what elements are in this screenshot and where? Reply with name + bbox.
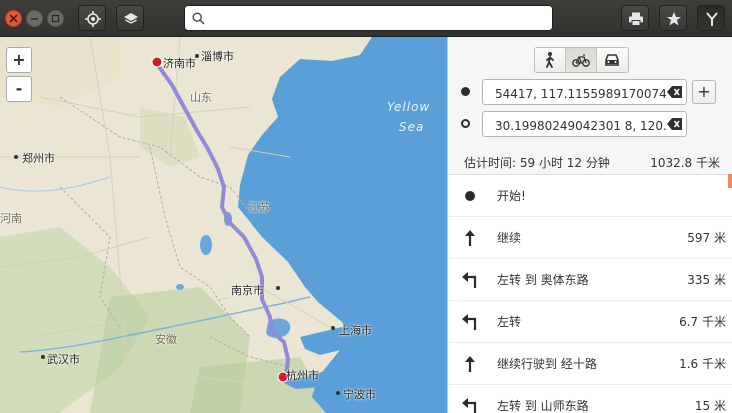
- map-label-anhui: 安徽: [155, 333, 177, 346]
- start-marker[interactable]: [151, 56, 163, 68]
- add-waypoint-button[interactable]: +: [692, 80, 716, 104]
- map-label-zibo[interactable]: 淄博市: [201, 48, 234, 64]
- map-label-hangzhou[interactable]: 杭州市: [286, 367, 319, 383]
- destination-input[interactable]: [493, 116, 669, 135]
- locate-button[interactable]: [78, 5, 106, 31]
- instruction-row[interactable]: 左转 到 奥体东路 335 米: [448, 259, 732, 301]
- map-label-yellow-sea-line2: Sea: [399, 120, 425, 134]
- search-icon: [192, 12, 205, 25]
- instruction-distance: 335 米: [687, 273, 726, 287]
- instruction-row[interactable]: 左转 6.7 千米: [448, 301, 732, 343]
- header-bar: [0, 0, 732, 37]
- scrollbar-indicator[interactable]: [728, 174, 732, 188]
- map-label-zhengzhou[interactable]: 郑州市: [22, 150, 55, 166]
- instruction-text: 左转 到 奥体东路: [497, 273, 589, 287]
- instruction-distance: 597 米: [687, 231, 726, 245]
- estimated-time: 估计时间: 59 小时 12 分钟: [464, 156, 610, 170]
- origin-input[interactable]: [493, 84, 669, 103]
- map-label-ningbo[interactable]: 宁波市: [343, 386, 376, 402]
- pedestrian-icon: [546, 52, 554, 68]
- map-label-jinan[interactable]: 济南市: [163, 55, 196, 71]
- layers-button[interactable]: [116, 5, 144, 31]
- straight-icon: [465, 230, 475, 246]
- zoom-in-button[interactable]: +: [6, 47, 32, 73]
- start-icon: [465, 191, 475, 201]
- map-label-yellow-sea-line1: Yellow: [387, 100, 431, 114]
- instruction-distance: 1.6 千米: [679, 357, 726, 371]
- mode-pedestrian-button[interactable]: [535, 48, 566, 72]
- turn-left-icon: [462, 398, 477, 413]
- total-distance: 1032.8 千米: [650, 156, 720, 170]
- minimize-icon: [31, 18, 38, 20]
- instruction-text: 开始!: [497, 189, 526, 203]
- locate-icon: [85, 11, 101, 27]
- window-minimize-button[interactable]: [26, 10, 43, 27]
- instruction-row[interactable]: 继续 597 米: [448, 217, 732, 259]
- turn-left-icon: [462, 272, 477, 288]
- map-label-henan: 河南: [0, 212, 22, 225]
- instruction-distance: 15 米: [694, 399, 726, 413]
- route-button[interactable]: [697, 5, 725, 31]
- map-label-nanjing[interactable]: 南京市: [231, 282, 264, 298]
- origin-field[interactable]: [482, 79, 687, 105]
- straight-icon: [465, 356, 475, 372]
- instruction-distance: 6.7 千米: [679, 315, 726, 329]
- zoom-out-button[interactable]: -: [6, 76, 32, 102]
- route-sidebar: + 估计时间: 59 小时 12 分钟 1032.8 千米 开始! 继续 597…: [447, 37, 732, 413]
- transport-mode-switcher: [534, 47, 629, 73]
- map-label-wuhan[interactable]: 武汉市: [47, 351, 80, 367]
- instruction-row[interactable]: 开始!: [448, 175, 732, 217]
- instruction-text: 继续: [497, 231, 522, 245]
- instruction-text: 左转 到 山师东路: [497, 399, 589, 413]
- search-input[interactable]: [211, 9, 545, 29]
- instruction-list[interactable]: 开始! 继续 597 米 左转 到 奥体东路 335 米 左转 6.7 千米 继…: [448, 174, 732, 413]
- favorite-button[interactable]: [659, 5, 687, 31]
- mode-bicycle-button[interactable]: [566, 48, 597, 72]
- window-close-button[interactable]: [5, 10, 22, 27]
- turn-left-icon: [462, 314, 477, 330]
- instruction-text: 左转: [497, 315, 522, 329]
- map-view[interactable]: + - 济南市 淄博市 山东 郑州市 河南 江苏 南京市 上海市 安徽 武汉市 …: [0, 37, 447, 413]
- print-icon: [629, 12, 643, 26]
- maximize-icon: [51, 14, 60, 23]
- star-icon: [667, 12, 681, 26]
- map-label-shanghai[interactable]: 上海市: [339, 322, 372, 338]
- map-label-jiangsu: 江苏: [248, 201, 270, 214]
- origin-dot-icon: [461, 87, 470, 96]
- car-icon: [605, 54, 619, 66]
- search-box[interactable]: [184, 5, 553, 31]
- clear-destination-icon[interactable]: [667, 117, 683, 131]
- instruction-text: 继续行驶到 经十路: [497, 357, 597, 371]
- map-label-shandong: 山东: [190, 91, 212, 104]
- destination-field[interactable]: [482, 111, 687, 137]
- layers-icon: [124, 13, 138, 24]
- route-icon: [706, 12, 718, 26]
- close-icon: [9, 14, 18, 23]
- print-button[interactable]: [621, 5, 649, 31]
- instruction-row[interactable]: 继续行驶到 经十路 1.6 千米: [448, 343, 732, 385]
- clear-origin-icon[interactable]: [667, 85, 683, 99]
- mode-car-button[interactable]: [597, 48, 628, 72]
- bicycle-icon: [572, 54, 590, 67]
- instruction-row[interactable]: 左转 到 山师东路 15 米: [448, 385, 732, 413]
- destination-dot-icon: [461, 119, 470, 128]
- window-maximize-button[interactable]: [47, 10, 64, 27]
